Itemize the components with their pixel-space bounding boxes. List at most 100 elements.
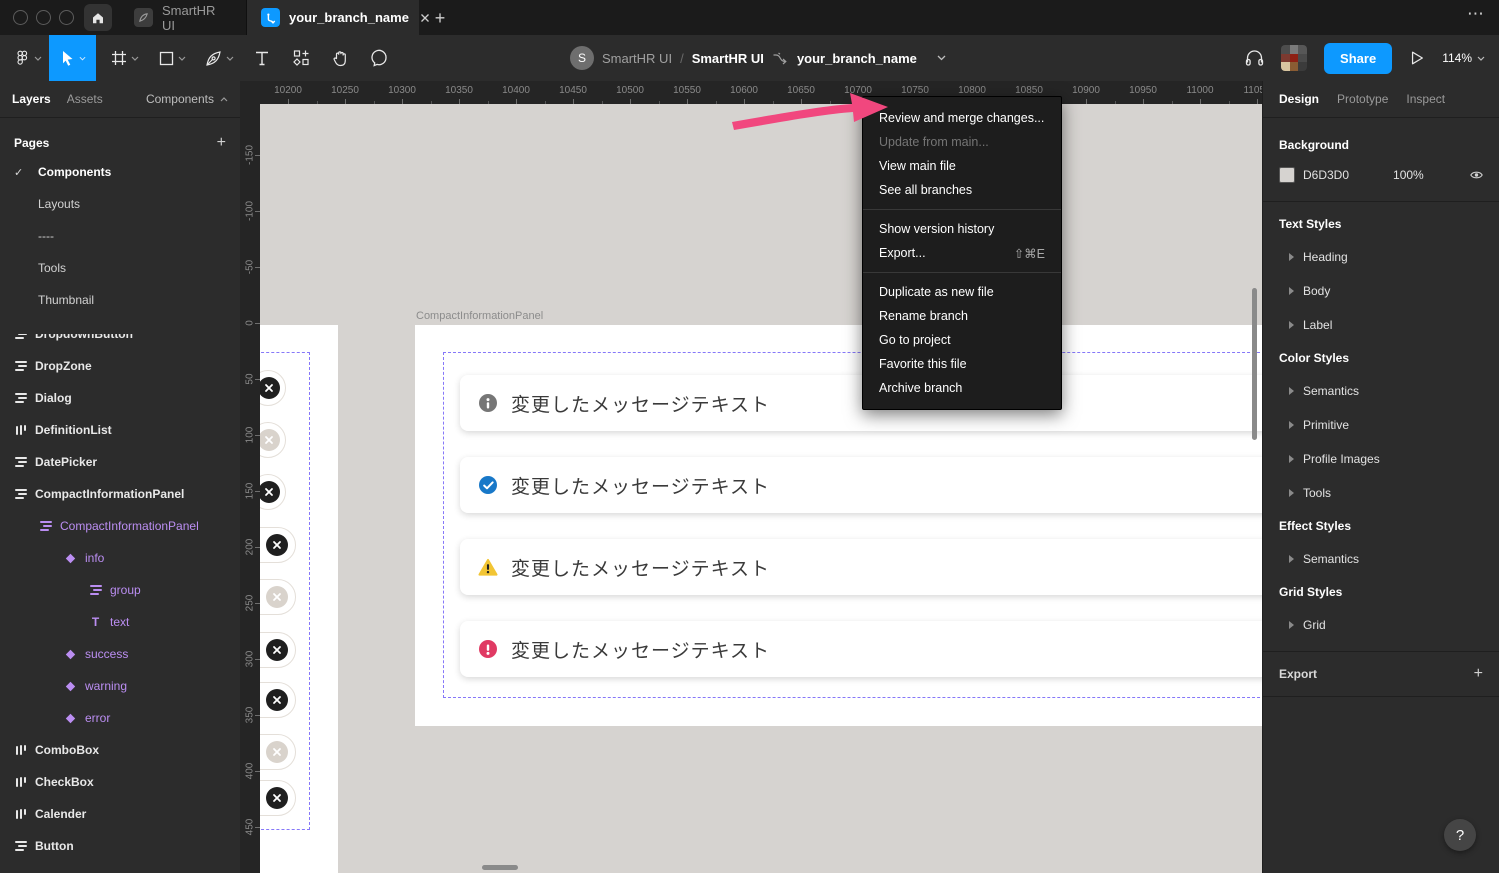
layer-item-success[interactable]: success <box>0 638 240 670</box>
window-zoom-icon[interactable] <box>59 10 74 25</box>
window-controls[interactable] <box>13 10 74 25</box>
layers-list: DropdownButtonDropZoneDialogDefinitionLi… <box>0 334 240 873</box>
style-item-grid[interactable]: Grid <box>1263 608 1499 642</box>
style-item-tools[interactable]: Tools <box>1263 476 1499 510</box>
background-hex-value[interactable]: D6D3D0 <box>1303 168 1349 182</box>
pen-icon <box>205 50 222 67</box>
ruler-tick <box>573 99 574 104</box>
frame-tool-button[interactable] <box>104 35 146 81</box>
style-item-primitive[interactable]: Primitive <box>1263 408 1499 442</box>
layer-item-group[interactable]: group <box>0 574 240 606</box>
page-item-[interactable]: ---- <box>0 220 240 252</box>
user-avatar[interactable] <box>1281 45 1307 71</box>
org-avatar[interactable]: S <box>570 46 594 70</box>
ruler-tick-minor <box>773 101 774 104</box>
hand-tool-button[interactable] <box>324 35 358 81</box>
layer-item-combobox[interactable]: ComboBox <box>0 734 240 766</box>
layer-item-dropzone[interactable]: DropZone <box>0 350 240 382</box>
style-item-body[interactable]: Body <box>1263 274 1499 308</box>
tab-prototype[interactable]: Prototype <box>1337 92 1388 106</box>
layer-item-dialog[interactable]: Dialog <box>0 382 240 414</box>
menu-item-duplicate-as-new-file[interactable]: Duplicate as new file <box>863 280 1061 304</box>
visibility-eye-icon[interactable] <box>1470 170 1483 180</box>
layer-item-warning[interactable]: warning <box>0 670 240 702</box>
share-button[interactable]: Share <box>1324 43 1392 74</box>
layer-item-dropdownbutton[interactable]: DropdownButton <box>0 334 240 350</box>
window-close-icon[interactable] <box>13 10 28 25</box>
page-switcher[interactable]: Components <box>146 92 228 106</box>
window-minimize-icon[interactable] <box>36 10 51 25</box>
breadcrumb-org[interactable]: SmartHR UI <box>602 51 672 66</box>
frame-label[interactable]: CompactInformationPanel <box>416 310 543 322</box>
menu-item-rename-branch[interactable]: Rename branch <box>863 304 1061 328</box>
present-play-icon[interactable] <box>1409 50 1425 66</box>
style-item-semantics[interactable]: Semantics <box>1263 374 1499 408</box>
layer-item-definitionlist[interactable]: DefinitionList <box>0 414 240 446</box>
shape-tool-button[interactable] <box>151 35 193 81</box>
menu-item-view-main-file[interactable]: View main file <box>863 154 1061 178</box>
background-color-swatch[interactable] <box>1279 167 1295 183</box>
window-more-menu[interactable]: ⋯ <box>1467 4 1485 24</box>
audio-headphones-icon[interactable] <box>1245 49 1264 67</box>
style-item-label: Semantics <box>1303 384 1359 398</box>
resources-tool-button[interactable] <box>284 35 318 81</box>
background-color-row[interactable]: D6D3D0 100% <box>1279 167 1483 183</box>
menu-item-see-all-branches[interactable]: See all branches <box>863 178 1061 202</box>
move-tool-button[interactable] <box>49 35 96 81</box>
style-item-semantics[interactable]: Semantics <box>1263 542 1499 576</box>
comment-tool-button[interactable] <box>362 35 396 81</box>
ruler-tick <box>255 379 260 380</box>
layer-item-text[interactable]: Ttext <box>0 606 240 638</box>
layer-item-datepicker[interactable]: DatePicker <box>0 446 240 478</box>
page-item-tools[interactable]: Tools <box>0 252 240 284</box>
tab-design[interactable]: Design <box>1279 92 1319 106</box>
pen-tool-button[interactable] <box>198 35 240 81</box>
background-opacity-value[interactable]: 100% <box>1393 168 1424 182</box>
chevron-down-icon[interactable] <box>937 55 946 61</box>
page-item-thumbnail[interactable]: Thumbnail <box>0 284 240 316</box>
tab-smarthr-ui[interactable]: SmartHR UI <box>120 0 247 35</box>
menu-item-go-to-project[interactable]: Go to project <box>863 328 1061 352</box>
horizontal-scrollbar[interactable] <box>482 865 518 870</box>
design-panel-tabs: Design Prototype Inspect <box>1263 81 1499 118</box>
style-item-profile-images[interactable]: Profile Images <box>1263 442 1499 476</box>
vertical-scrollbar[interactable] <box>1252 288 1257 440</box>
layer-item-compactinformationpanel[interactable]: CompactInformationPanel <box>0 478 240 510</box>
tab-layers[interactable]: Layers <box>12 92 51 106</box>
breadcrumb-file[interactable]: SmartHR UI <box>692 51 764 66</box>
menu-item-export[interactable]: Export...⇧⌘E <box>863 241 1061 265</box>
layer-item-label: DatePicker <box>35 455 97 469</box>
style-item-label[interactable]: Label <box>1263 308 1499 342</box>
menu-item-archive-branch[interactable]: Archive branch <box>863 376 1061 400</box>
tab-your-branch-name[interactable]: your_branch_name <box>247 0 419 35</box>
help-button[interactable]: ? <box>1444 819 1476 851</box>
layer-item-button[interactable]: Button <box>0 830 240 862</box>
add-export-button[interactable]: + <box>1474 665 1483 683</box>
page-item-label: Layouts <box>38 197 80 211</box>
layer-item-compactinformationpanel[interactable]: CompactInformationPanel <box>0 510 240 542</box>
main-menu-button[interactable] <box>8 35 48 81</box>
new-tab-button[interactable]: + <box>428 6 452 30</box>
layer-item-calender[interactable]: Calender <box>0 798 240 830</box>
zoom-level-control[interactable]: 114% <box>1442 51 1485 65</box>
breadcrumb-branch[interactable]: your_branch_name <box>797 51 917 66</box>
page-item-components[interactable]: ✓Components <box>0 156 240 188</box>
ruler-label: -100 <box>245 201 256 221</box>
page-item-layouts[interactable]: Layouts <box>0 188 240 220</box>
tab-inspect[interactable]: Inspect <box>1406 92 1445 106</box>
ruler-tick <box>255 211 260 212</box>
menu-item-review-and-merge-changes[interactable]: Review and merge changes... <box>863 106 1061 130</box>
style-item-heading[interactable]: Heading <box>1263 240 1499 274</box>
export-section[interactable]: Export + <box>1263 651 1499 697</box>
layer-item-error[interactable]: error <box>0 702 240 734</box>
home-button[interactable] <box>84 4 112 31</box>
canvas-viewport[interactable]: CompactInformationPanel 変更したメッセージテキスト変更し… <box>240 81 1262 873</box>
menu-item-show-version-history[interactable]: Show version history <box>863 217 1061 241</box>
layer-item-info[interactable]: info <box>0 542 240 574</box>
layer-item-checkbox[interactable]: CheckBox <box>0 766 240 798</box>
text-tool-button[interactable] <box>247 35 277 81</box>
add-page-button[interactable]: + <box>217 134 226 152</box>
export-title: Export <box>1279 667 1317 681</box>
menu-item-favorite-this-file[interactable]: Favorite this file <box>863 352 1061 376</box>
tab-assets[interactable]: Assets <box>67 92 103 106</box>
